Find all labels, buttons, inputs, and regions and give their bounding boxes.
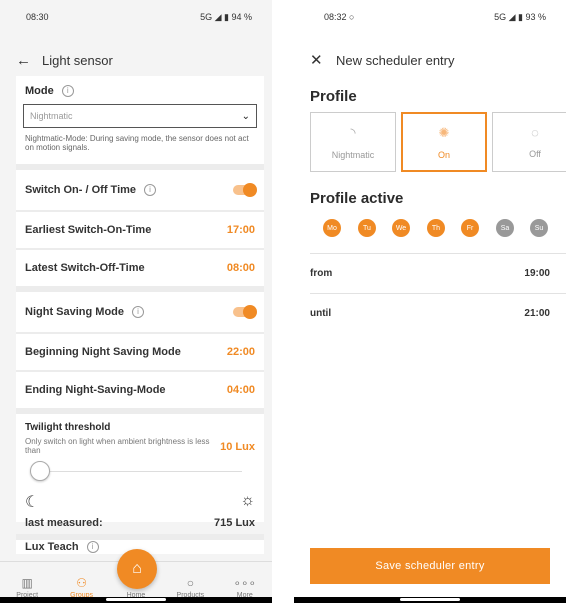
building-icon: ▥ <box>21 576 33 590</box>
from-value: 19:00 <box>524 267 550 279</box>
mode-selected-value: Nightmatic <box>30 111 73 121</box>
groups-icon: ⚇ <box>76 576 87 590</box>
save-scheduler-entry-button[interactable]: Save scheduler entry <box>310 548 550 584</box>
profile-off[interactable]: ◌ Off <box>492 112 566 172</box>
twilight-slider-track[interactable] <box>38 471 242 472</box>
scheduler-entry-screen: 08:32 ○ 5G ◢ ▮ 93 % ✕ New scheduler entr… <box>294 0 566 603</box>
night-saving-row: Night Saving Mode i <box>16 292 264 332</box>
page-title: New scheduler entry <box>336 52 455 68</box>
app-bar: ← Light sensor <box>0 44 272 76</box>
mode-label: Mode i <box>25 85 74 98</box>
until-value: 21:00 <box>524 307 550 319</box>
until-label: until <box>310 307 332 319</box>
switch-time-toggle[interactable] <box>233 183 257 197</box>
twilight-slider-thumb[interactable] <box>30 461 50 481</box>
twilight-value: 10 Lux <box>220 441 255 453</box>
day-monday[interactable]: Mo <box>323 219 341 237</box>
earliest-time-row[interactable]: Earliest Switch-On-Time 17:00 <box>16 212 264 248</box>
status-time: 08:32 ○ <box>324 12 355 22</box>
twilight-label: Twilight threshold <box>25 422 111 433</box>
from-row[interactable]: from 19:00 <box>310 253 550 293</box>
status-icons: 5G ◢ ▮ 93 % <box>494 11 546 22</box>
home-button[interactable]: ⌂ <box>117 549 157 589</box>
info-icon[interactable]: i <box>132 306 144 319</box>
nav-more[interactable]: ∘∘∘ More <box>225 576 265 599</box>
light-on-icon: ✺ <box>438 124 450 140</box>
more-icon: ∘∘∘ <box>233 576 257 590</box>
ending-night-saving-label: Ending Night-Saving-Mode <box>25 384 166 396</box>
nav-products[interactable]: ○ Products <box>170 576 210 599</box>
status-icons: 5G ◢ ▮ 94 % <box>200 11 252 22</box>
from-label: from <box>310 267 333 279</box>
info-icon[interactable]: i <box>86 541 99 553</box>
info-icon[interactable]: i <box>61 85 74 98</box>
latest-time-value: 08:00 <box>226 262 255 274</box>
close-icon[interactable]: ✕ <box>310 51 336 69</box>
gesture-bar <box>294 597 566 603</box>
sun-icon: ☼ <box>240 492 255 509</box>
light-sensor-screen: 08:30 5G ◢ ▮ 94 % ← Light sensor Mode i N… <box>0 0 272 603</box>
back-arrow-icon[interactable]: ← <box>16 52 42 69</box>
status-time: 08:30 <box>26 12 49 22</box>
until-row[interactable]: until 21:00 <box>310 293 550 333</box>
settings-list: Mode i Nightmatic ⌄ Nightmatic-Mode: Duri… <box>16 76 264 554</box>
latest-time-label: Latest Switch-Off-Time <box>25 262 145 274</box>
day-saturday[interactable]: Sa <box>496 219 514 237</box>
earliest-time-label: Earliest Switch-On-Time <box>25 224 152 236</box>
latest-time-row[interactable]: Latest Switch-Off-Time 08:00 <box>16 250 264 286</box>
info-icon[interactable]: i <box>144 184 157 197</box>
day-friday[interactable]: Fr <box>461 219 479 237</box>
nav-project[interactable]: ▥ Project <box>7 576 47 599</box>
profile-active-heading: Profile active <box>310 190 404 207</box>
day-thursday[interactable]: Th <box>427 219 445 237</box>
mode-description: Nightmatic-Mode: During saving mode, the… <box>25 134 249 152</box>
profile-label: Nightmatic <box>331 149 375 160</box>
mode-section: Mode i Nightmatic ⌄ Nightmatic-Mode: Duri… <box>16 76 264 164</box>
ending-night-saving-row[interactable]: Ending Night-Saving-Mode 04:00 <box>16 372 264 408</box>
profile-on[interactable]: ✺ On <box>401 112 487 172</box>
gesture-bar <box>0 597 272 603</box>
light-off-icon: ◌ <box>531 125 539 140</box>
profile-label: Off <box>529 149 541 159</box>
nightmatic-icon: ◝ <box>350 124 356 140</box>
night-saving-label: Night Saving Mode <box>25 305 124 318</box>
chevron-down-icon: ⌄ <box>241 110 250 122</box>
profile-label: On <box>437 149 450 160</box>
home-icon: ⌂ <box>132 560 142 577</box>
ending-night-saving-value: 04:00 <box>226 384 255 396</box>
page-title: Light sensor <box>42 52 113 68</box>
products-icon: ○ <box>186 576 194 590</box>
profile-heading: Profile <box>310 88 357 105</box>
night-saving-toggle[interactable] <box>233 305 257 319</box>
moon-icon: ☾ <box>25 494 40 511</box>
twilight-description: Only switch on light when ambient bright… <box>25 437 210 455</box>
switch-time-label: Switch On- / Off Time <box>25 183 137 196</box>
status-bar: 08:30 5G ◢ ▮ 94 % <box>0 0 272 34</box>
earliest-time-value: 17:00 <box>226 224 255 236</box>
beginning-night-saving-row[interactable]: Beginning Night Saving Mode 22:00 <box>16 334 264 370</box>
twilight-section: Twilight threshold Only switch on light … <box>16 414 264 522</box>
beginning-night-saving-label: Beginning Night Saving Mode <box>25 346 181 358</box>
lux-teach-label: Lux Teach <box>25 541 79 553</box>
last-measured-value: 715 Lux <box>214 517 255 529</box>
beginning-night-saving-value: 22:00 <box>226 346 255 358</box>
status-bar: 08:32 ○ 5G ◢ ▮ 93 % <box>294 0 566 34</box>
day-sunday[interactable]: Su <box>530 219 548 237</box>
switch-time-row: Switch On- / Off Time i <box>16 170 264 210</box>
nav-groups[interactable]: ⚇ Groups <box>62 576 102 599</box>
app-bar: ✕ New scheduler entry <box>294 44 566 76</box>
last-measured-row: last measured: 715 Lux <box>16 510 264 536</box>
last-measured-label: last measured: <box>25 517 103 529</box>
mode-select[interactable]: Nightmatic ⌄ <box>23 104 257 128</box>
day-tuesday[interactable]: Tu <box>358 219 376 237</box>
day-wednesday[interactable]: We <box>392 219 410 237</box>
profile-nightmatic[interactable]: ◝ Nightmatic <box>310 112 396 172</box>
